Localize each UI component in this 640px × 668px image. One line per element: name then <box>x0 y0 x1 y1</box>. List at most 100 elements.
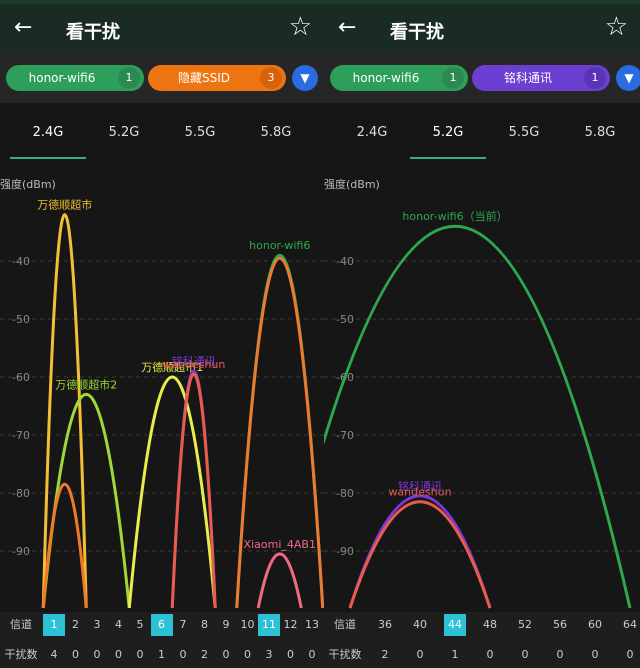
ssid-label: wandeshun <box>388 486 451 499</box>
chevron-down-icon[interactable]: ▼ <box>616 65 640 91</box>
filter-chip-hidden-ssid[interactable]: 隐藏SSID 3 <box>148 65 286 91</box>
channel-cell[interactable]: 6 <box>150 614 173 636</box>
active-tab-indicator <box>10 157 86 159</box>
channel-table: 信道 1 2 3 4 5 6 7 8 9 10 11 12 13 干扰数 4000010200300 <box>0 612 324 668</box>
channel-row-label: 信道 <box>334 618 356 631</box>
interference-row: 干扰数 2 0 1 0 0 0 0 0 <box>324 644 640 666</box>
right-panel: ← 看干扰 ☆ honor-wifi6 1 铭科通讯 1 ▼ 2.4G 5.2G… <box>324 0 640 668</box>
chip-label: 隐藏SSID <box>177 71 230 85</box>
interference-cell: 1 <box>158 648 165 661</box>
back-arrow-icon[interactable]: ← <box>338 16 356 40</box>
page-title: 看干扰 <box>66 22 120 43</box>
channel-cell[interactable]: 4 <box>108 614 130 636</box>
interference-row: 干扰数 4 0 0 0 0 1 0 2 0 0 3 0 0 <box>0 644 324 666</box>
y-tick-label: -50 <box>12 313 30 326</box>
filter-chip-mingke[interactable]: 铭科通讯 1 <box>472 65 610 91</box>
channel-row-label: 信道 <box>10 618 32 631</box>
ssid-label: honor-wifi6（当前） <box>402 209 507 223</box>
signal-chart: -40 -50 -60 -70 -80 -90 强度(dBm) 万德顺超市 万德顺超市2 万德顺超… <box>0 170 324 610</box>
channel-cell[interactable]: 5 <box>129 614 151 636</box>
app-bar: ← 看干扰 ☆ <box>0 4 324 54</box>
back-arrow-icon[interactable]: ← <box>14 16 32 40</box>
band-tabs: 2.4G 5.2G 5.5G 5.8G <box>0 103 324 161</box>
signal-chart-svg: -40-50-60-70-80-90强度(dBm)honor-wifi6（当前）… <box>324 177 640 609</box>
interference-row-label: 干扰数 <box>328 648 362 661</box>
ssid-label: 万德顺超市 <box>37 198 92 212</box>
channel-cell[interactable]: 44 <box>444 614 466 636</box>
interference-cell: 3 <box>265 648 273 661</box>
channel-cell[interactable]: 13 <box>301 614 323 636</box>
y-tick-label: -90 <box>12 545 30 558</box>
channel-cell[interactable]: 11 <box>258 614 280 636</box>
interference-cell: 4 <box>50 648 58 661</box>
interference-cell: 0 <box>308 648 316 661</box>
signal-curve <box>235 256 324 609</box>
channel-cell[interactable]: 7 <box>172 614 194 636</box>
interference-cell: 0 <box>416 648 424 661</box>
y-tick-label: -80 <box>12 487 30 500</box>
y-tick-label: -50 <box>336 313 354 326</box>
signal-chart-svg: -40-50-60-70-80-90强度(dBm)万德顺超市万德顺超市2万德顺超… <box>0 177 324 609</box>
tab-5-2g[interactable]: 5.2G <box>418 125 478 140</box>
filter-chip-bar: honor-wifi6 1 铭科通讯 1 ▼ <box>324 54 640 103</box>
channel-cell[interactable]: 8 <box>194 614 216 636</box>
tab-2-4g[interactable]: 2.4G <box>18 125 78 140</box>
channel-cell[interactable]: 9 <box>215 614 237 636</box>
channel-cell[interactable]: 1 <box>43 614 65 636</box>
interference-cell: 1 <box>451 648 459 661</box>
tab-5-2g[interactable]: 5.2G <box>94 125 154 140</box>
ssid-label: honor-wifi6 <box>249 239 310 252</box>
filter-chip-bar: honor-wifi6 1 隐藏SSID 3 ▼ <box>0 54 324 103</box>
interference-cell: 0 <box>115 648 122 661</box>
tab-2-4g[interactable]: 2.4G <box>342 125 402 140</box>
app-bar: ← 看干扰 ☆ <box>324 4 640 54</box>
y-tick-label: -80 <box>336 487 354 500</box>
tab-5-5g[interactable]: 5.5G <box>494 125 554 140</box>
interference-cell: 2 <box>201 648 208 661</box>
band-tabs: 2.4G 5.2G 5.5G 5.8G <box>324 103 640 161</box>
interference-cell: 0 <box>222 648 230 661</box>
channel-cell[interactable]: 12 <box>280 614 302 636</box>
chip-count-badge: 1 <box>584 67 606 89</box>
channel-cell[interactable]: 56 <box>549 614 571 636</box>
signal-curve <box>256 552 303 609</box>
tab-5-8g[interactable]: 5.8G <box>246 125 306 140</box>
filter-chip-honor-wifi6[interactable]: honor-wifi6 1 <box>330 65 468 91</box>
channel-row: 信道 1 2 3 4 5 6 7 8 9 10 11 12 13 <box>0 614 324 636</box>
channel-cell[interactable]: 36 <box>374 614 396 636</box>
channel-cell[interactable]: 52 <box>514 614 536 636</box>
chip-count-badge: 3 <box>260 67 282 89</box>
interference-cell: 0 <box>626 648 634 661</box>
channel-cell[interactable]: 2 <box>65 614 87 636</box>
chip-label: honor-wifi6 <box>352 71 420 85</box>
interference-cell: 0 <box>72 648 79 661</box>
tab-5-8g[interactable]: 5.8G <box>570 125 630 140</box>
channel-cell[interactable]: 3 <box>86 614 108 636</box>
chip-label: 铭科通讯 <box>503 71 552 85</box>
channel-cell[interactable]: 64 <box>619 614 640 636</box>
interference-cell: 0 <box>93 648 101 661</box>
chip-count-badge: 1 <box>118 67 140 89</box>
star-icon[interactable]: ☆ <box>289 14 312 40</box>
active-tab-indicator <box>410 157 486 159</box>
channel-cell[interactable]: 60 <box>584 614 606 636</box>
y-tick-label: -40 <box>12 255 30 268</box>
page-title: 看干扰 <box>390 22 444 43</box>
ssid-label: 万德顺超市2 <box>55 377 117 391</box>
channel-cell[interactable]: 10 <box>237 614 259 636</box>
chevron-down-icon[interactable]: ▼ <box>292 65 318 91</box>
y-axis-label: 强度(dBm) <box>0 177 56 191</box>
y-tick-label: -70 <box>336 429 354 442</box>
signal-curve <box>41 483 88 609</box>
interference-cell: 0 <box>591 648 599 661</box>
channel-cell[interactable]: 40 <box>409 614 431 636</box>
channel-row: 信道 36 40 44 48 52 56 60 64 <box>324 614 640 636</box>
channel-cell[interactable]: 48 <box>479 614 501 636</box>
interference-cell: 0 <box>136 648 144 661</box>
chip-count-badge: 1 <box>442 67 464 89</box>
y-tick-label: -60 <box>12 371 30 384</box>
star-icon[interactable]: ☆ <box>605 14 628 40</box>
filter-chip-honor-wifi6[interactable]: honor-wifi6 1 <box>6 65 144 91</box>
interference-cell: 2 <box>381 648 389 661</box>
tab-5-5g[interactable]: 5.5G <box>170 125 230 140</box>
